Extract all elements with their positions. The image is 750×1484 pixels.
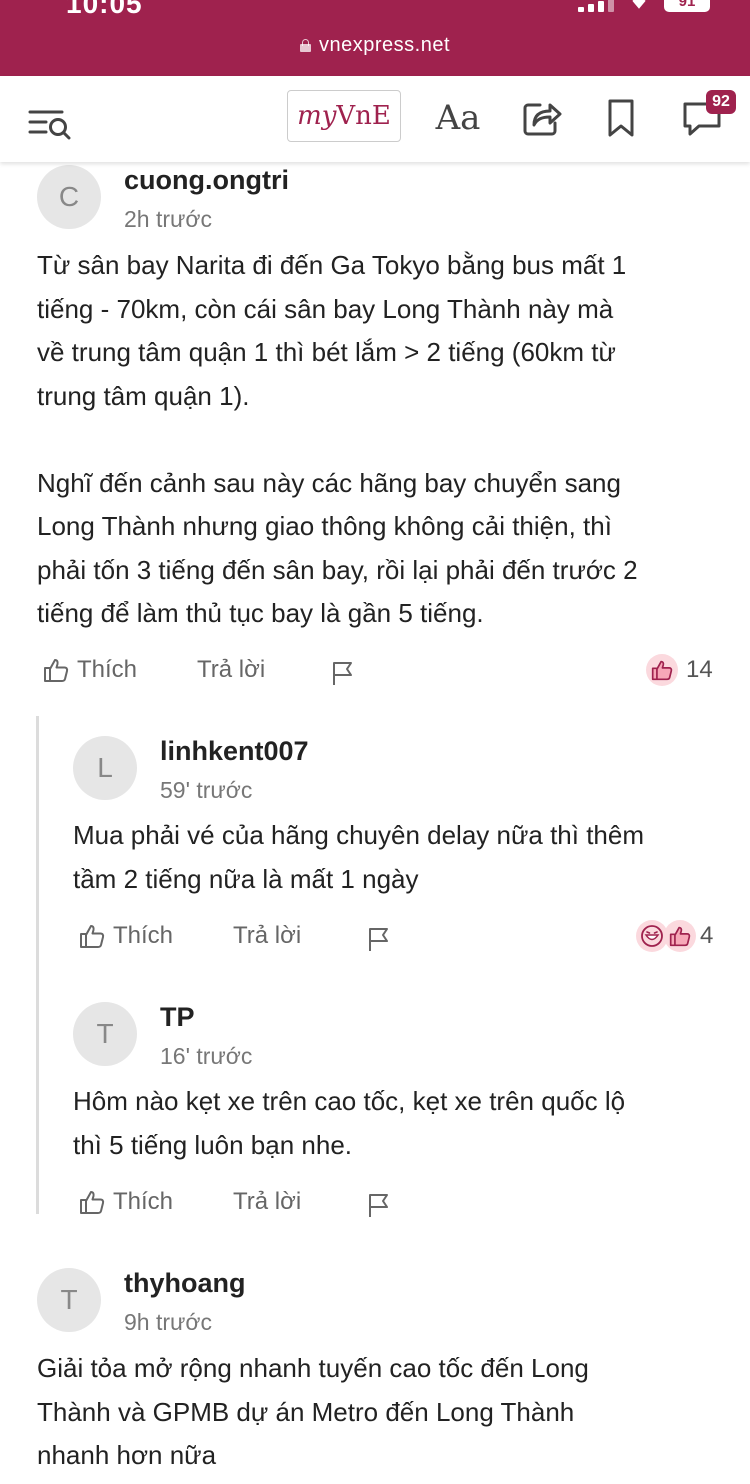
flag-icon (333, 662, 352, 685)
url-text: vnexpress.net (318, 34, 450, 56)
bookmark-button[interactable] (597, 94, 645, 142)
lock-icon (299, 39, 311, 52)
like-button[interactable]: Thích (79, 1188, 173, 1216)
reply-label: Trả lời (233, 1188, 302, 1215)
browser-top-bar: 10:05 91 vnexpress.net (0, 0, 750, 76)
url-bar[interactable]: vnexpress.net (0, 34, 750, 57)
flag-icon (369, 928, 388, 951)
share-icon (523, 103, 562, 136)
reply-button[interactable]: Trả lời (233, 1188, 301, 1216)
reaction-summary[interactable]: 14 (646, 654, 713, 686)
comment-text: Từ sân bay Narita đi đến Ga Tokyo bằng b… (37, 250, 638, 628)
myvne-prefix: my (297, 101, 337, 131)
reaction-count: 4 (700, 922, 714, 949)
comment-author[interactable]: TP (160, 1002, 195, 1033)
like-button[interactable]: Thích (79, 922, 173, 950)
bookmark-icon (608, 99, 634, 137)
thumbs-up-icon (44, 659, 69, 682)
menu-search-icon (28, 110, 71, 140)
status-icons: 91 (578, 0, 710, 12)
avatar[interactable]: T (73, 1002, 137, 1066)
myvne-suffix: VnE (336, 101, 391, 131)
myvne-button[interactable]: my VnE (287, 90, 401, 142)
signal-icon (578, 0, 614, 12)
thumbs-up-icon (80, 925, 105, 948)
comment-time: 2h trước (124, 206, 213, 232)
thumbs-up-icon (80, 1191, 105, 1214)
comment-text: Hôm nào kẹt xe trên cao tốc, kẹt xe trên… (73, 1086, 626, 1160)
reaction-count: 14 (686, 656, 713, 683)
report-button[interactable] (331, 660, 355, 686)
like-reaction-icon (646, 654, 678, 686)
share-button[interactable] (518, 94, 566, 142)
comment-text: Mua phải vé của hãng chuyên delay nữa th… (73, 820, 644, 894)
reply-label: Trả lời (197, 656, 266, 683)
reply-label: Trả lời (233, 922, 302, 949)
comment-text: Giải tỏa mở rộng nhanh tuyến cao tốc đến… (37, 1353, 589, 1470)
status-time: 10:05 (66, 0, 143, 19)
wifi-icon (628, 0, 650, 12)
comment-time: 16' trước (160, 1043, 253, 1069)
reaction-summary[interactable]: 4 (636, 920, 713, 952)
avatar[interactable]: L (73, 736, 137, 800)
battery-icon: 91 (664, 0, 710, 12)
reply-button[interactable]: Trả lời (197, 656, 265, 684)
comment-count-badge: 92 (706, 90, 736, 114)
report-button[interactable] (367, 1192, 391, 1218)
report-button[interactable] (367, 926, 391, 952)
reply-thread-line (36, 716, 39, 1214)
comment-time: 9h trước (124, 1309, 213, 1335)
font-size-label: Aa (435, 98, 481, 138)
app-header: my VnE Aa (0, 76, 750, 162)
like-button[interactable]: Thích (43, 656, 137, 684)
like-label: Thích (113, 1188, 174, 1215)
comment-time: 59' trước (160, 777, 253, 803)
like-reaction-icon (664, 920, 696, 952)
font-size-button[interactable]: Aa (434, 94, 482, 142)
comment-author[interactable]: thyhoang (124, 1268, 246, 1299)
flag-icon (369, 1194, 388, 1217)
reply-button[interactable]: Trả lời (233, 922, 301, 950)
avatar[interactable]: C (37, 165, 101, 229)
menu-search-button[interactable] (28, 106, 72, 140)
avatar[interactable]: T (37, 1268, 101, 1332)
like-label: Thích (113, 922, 174, 949)
like-label: Thích (77, 656, 138, 683)
comment-author[interactable]: cuong.ongtri (124, 165, 289, 196)
comment-author[interactable]: linhkent007 (160, 736, 309, 767)
